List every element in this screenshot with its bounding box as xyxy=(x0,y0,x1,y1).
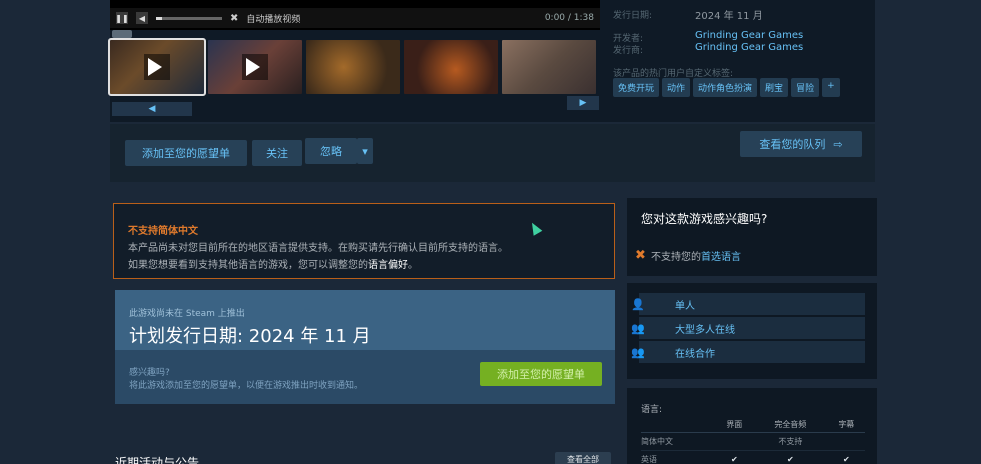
volume-slider[interactable] xyxy=(156,16,222,20)
arrow-right-icon: ▶ xyxy=(579,98,587,108)
scroll-right-button[interactable]: ▶ xyxy=(567,96,599,110)
publisher-label: 发行商: xyxy=(613,46,644,56)
developer-link[interactable]: Grinding Gear Games xyxy=(695,30,803,41)
tag-item[interactable]: 动作 xyxy=(662,78,691,97)
pause-icon[interactable]: ❚❚ xyxy=(115,12,129,24)
feature-label: 大型多人在线 xyxy=(675,324,735,336)
tag-item[interactable]: 刷宝 xyxy=(760,78,789,97)
video-thumb-1[interactable] xyxy=(108,38,206,96)
notice-line-1: 本产品尚未对您目前所在的地区语言提供支持。在购买请先行确认目前所支持的语言。 xyxy=(128,243,508,254)
arrow-right-icon: ⇨ xyxy=(833,137,843,151)
not-released-text: 此游戏尚未在 Steam 上推出 xyxy=(129,309,245,319)
ignore-button[interactable]: 忽略 xyxy=(305,138,357,164)
feature-mmo[interactable]: 👥 大型多人在线 xyxy=(631,317,865,339)
screenshot-thumb-1[interactable] xyxy=(306,40,400,94)
publisher-link[interactable]: Grinding Gear Games xyxy=(695,42,803,53)
notice-line-2-suffix: 。 xyxy=(408,260,418,271)
single-player-icon: 👤 xyxy=(631,297,645,311)
volume-icon[interactable]: ◀ xyxy=(136,12,148,24)
view-queue-button[interactable]: 查看您的队列 ⇨ xyxy=(740,131,862,157)
tag-list: 免费开玩 动作 动作角色扮演 刷宝 冒险 + xyxy=(613,78,840,97)
tag-item[interactable]: 冒险 xyxy=(791,78,820,97)
table-row: 简体中文 不支持 xyxy=(641,432,865,451)
feature-online-coop[interactable]: 👥 在线合作 xyxy=(631,341,865,363)
view-all-button[interactable]: 查看全部 xyxy=(555,452,611,464)
online-coop-icon: 👥 xyxy=(631,345,645,359)
recent-events-title: 近期活动与公告 xyxy=(115,456,200,464)
play-icon xyxy=(246,58,260,76)
check-icon: ✔ xyxy=(752,450,828,464)
table-row: 英语 ✔ ✔ ✔ xyxy=(641,450,865,464)
column-header: 完全音频 xyxy=(752,417,828,433)
scrollbar-handle[interactable] xyxy=(112,30,132,38)
table-header-row: 界面 完全音频 字幕 xyxy=(641,417,865,433)
language-preference-link[interactable]: 语言偏好 xyxy=(368,260,408,271)
unsupported-prefix: 不支持您的 xyxy=(651,252,701,263)
feature-single-player[interactable]: 👤 单人 xyxy=(631,293,865,315)
feature-label: 单人 xyxy=(675,300,695,312)
arrow-left-icon: ◀ xyxy=(148,104,156,114)
languages-panel: 语言: 界面 完全音频 字幕 简体中文 不支持 英语 ✔ ✔ ✔ xyxy=(627,388,877,464)
tag-item[interactable]: 动作角色扮演 xyxy=(693,78,758,97)
auto-play-label[interactable]: 自动播放视频 xyxy=(246,12,300,25)
follow-button[interactable]: 关注 xyxy=(252,140,302,166)
features-panel: 👤 单人 👥 大型多人在线 👥 在线合作 xyxy=(627,283,877,379)
notice-line-2: 如果您想要看到支持其他语言的游戏，您可以调整您的语言偏好。 xyxy=(128,256,600,271)
interest-panel: 您对这款游戏感兴趣吗? ✖ 不支持您的首选语言 xyxy=(627,198,877,276)
ignore-dropdown-button[interactable]: ▾ xyxy=(357,138,373,164)
interested-question: 感兴趣吗? xyxy=(129,368,170,378)
add-to-wishlist-green-button[interactable]: 添加至您的愿望单 xyxy=(480,362,602,386)
feature-label: 在线合作 xyxy=(675,348,715,360)
release-value: 2024 年 11 月 xyxy=(695,11,763,22)
languages-table: 界面 完全音频 字幕 简体中文 不支持 英语 ✔ ✔ ✔ xyxy=(641,417,865,464)
check-icon: ✔ xyxy=(715,450,753,464)
tag-item[interactable]: 免费开玩 xyxy=(613,78,660,97)
scroll-left-button[interactable]: ◀ xyxy=(112,102,192,116)
chevron-down-icon: ▾ xyxy=(362,144,368,158)
x-icon: ✖ xyxy=(635,248,646,263)
queue-label: 查看您的队列 xyxy=(759,138,826,151)
screenshot-thumb-3[interactable] xyxy=(502,40,596,94)
languages-title: 语言: xyxy=(641,405,663,415)
close-icon[interactable]: ✖ xyxy=(230,13,238,24)
tag-more-button[interactable]: + xyxy=(822,78,840,97)
screenshot-strip xyxy=(108,38,600,96)
column-header: 界面 xyxy=(715,417,753,433)
language-name: 英语 xyxy=(641,450,716,464)
wishlist-description: 将此游戏添加至您的愿望单，以便在游戏推出时收到通知。 xyxy=(129,381,364,391)
preferred-language-link[interactable]: 首选语言 xyxy=(701,252,741,263)
video-controls: ❚❚ ◀ ✖ 自动播放视频 0:00 / 1:38 xyxy=(110,8,600,28)
video-thumb-2[interactable] xyxy=(208,40,302,94)
unsupported-language: 不支持您的首选语言 xyxy=(651,248,741,263)
interest-title: 您对这款游戏感兴趣吗? xyxy=(641,212,768,226)
mmo-icon: 👥 xyxy=(631,321,645,335)
column-header: 字幕 xyxy=(827,417,865,433)
language-notice: 不支持简体中文 本产品尚未对您目前所在的地区语言提供支持。在购买请先行确认目前所… xyxy=(113,203,615,279)
language-name: 简体中文 xyxy=(641,432,716,451)
release-label: 发行日期: xyxy=(613,11,653,21)
coming-soon-box: 此游戏尚未在 Steam 上推出 计划发行日期: 2024 年 11 月 感兴趣… xyxy=(115,290,615,404)
video-time: 0:00 / 1:38 xyxy=(544,13,594,23)
add-to-wishlist-button[interactable]: 添加至您的愿望单 xyxy=(125,140,247,166)
notice-line-2-prefix: 如果您想要看到支持其他语言的游戏，您可以调整您的 xyxy=(128,260,368,271)
language-note: 不支持 xyxy=(715,432,865,451)
release-header: 此游戏尚未在 Steam 上推出 计划发行日期: 2024 年 11 月 xyxy=(115,290,615,350)
planned-release-date: 计划发行日期: 2024 年 11 月 xyxy=(129,326,371,347)
play-icon xyxy=(148,58,162,76)
screenshot-thumb-2[interactable] xyxy=(404,40,498,94)
check-icon: ✔ xyxy=(827,450,865,464)
column-header xyxy=(641,417,716,433)
